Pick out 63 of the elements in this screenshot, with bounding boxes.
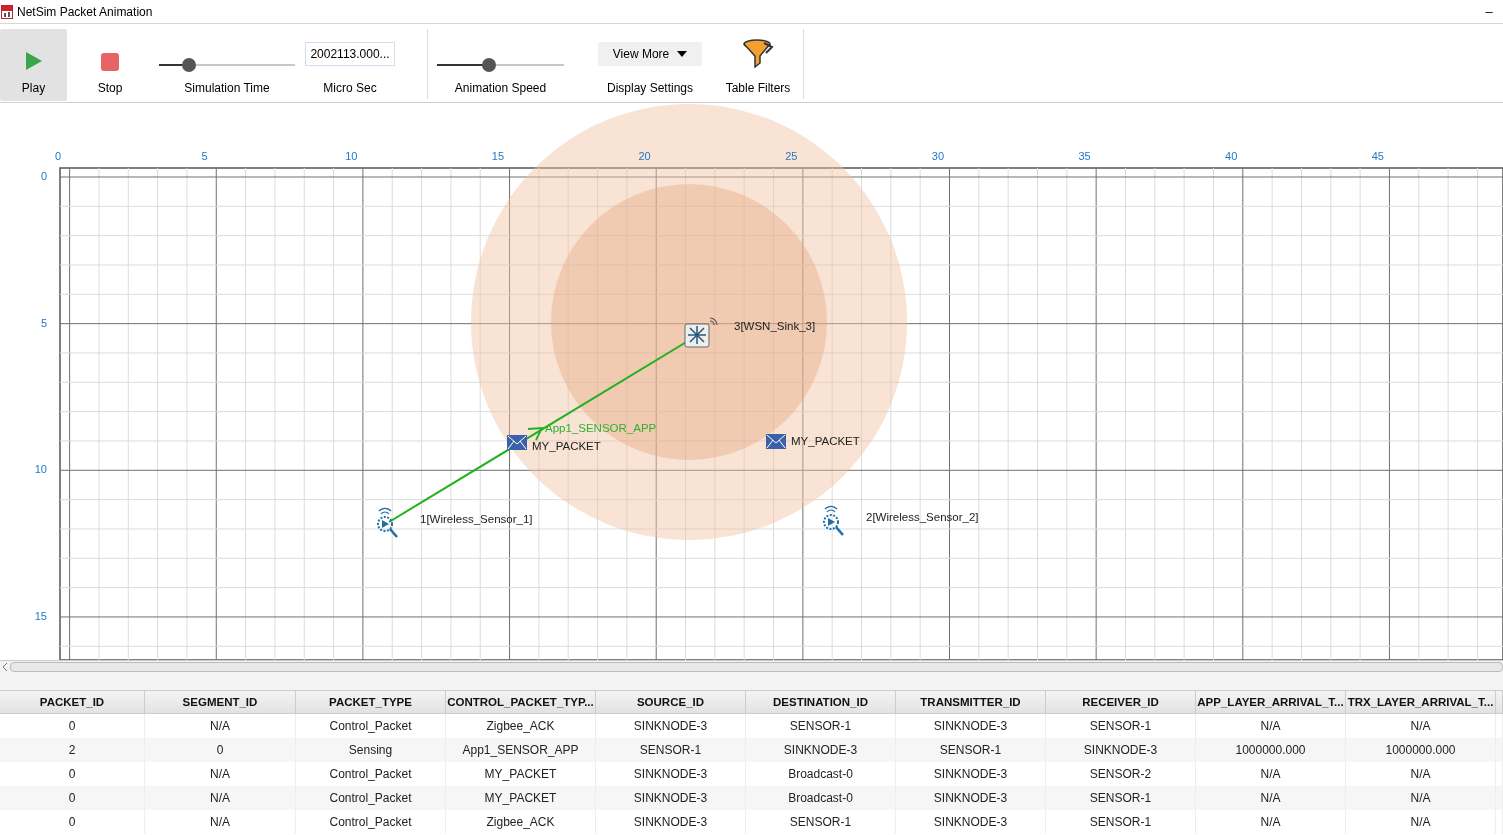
axis-label: 20 [638,150,651,162]
packet-label: MY_PACKET [532,440,601,452]
play-icon [24,51,43,71]
table-cell: SENSOR-1 [746,810,896,834]
axis-label: 10 [34,463,47,476]
slider-label: Animation Speed [454,81,547,95]
axis-label: 5 [201,150,208,162]
column-header[interactable]: CONTROL_PACKET_TYP... [446,691,596,713]
column-header[interactable]: DESTINATION_ID [746,691,896,713]
link-label: App1_SENSOR_APP [545,422,657,434]
speed-slider[interactable] [437,58,564,72]
sink-node-icon[interactable] [684,317,718,348]
field-label: Micro Sec [323,81,377,95]
table-cell: N/A [1196,810,1346,834]
column-header[interactable]: PACKET_TYPE [296,691,446,713]
scroll-left-icon[interactable] [2,662,8,671]
stop-icon [101,53,119,71]
dropdown-label: Display Settings [606,81,693,95]
axis-label: 0 [54,150,62,162]
app-icon [1,4,13,19]
table-cell: SINKNODE-3 [596,810,746,834]
table-filters-button[interactable]: Table Filters [718,29,798,101]
sensor-node-icon[interactable] [823,505,844,536]
column-header[interactable]: SEGMENT_ID [145,691,296,713]
view-more-dropdown[interactable]: View More [598,42,702,66]
sensor-node-icon[interactable] [377,507,398,538]
column-header[interactable]: SOURCE_ID [596,691,746,713]
column-header[interactable]: TRANSMITTER_ID [896,691,1046,713]
packet-label: MY_PACKET [791,435,860,447]
column-header[interactable]: APP_LAYER_ARRIVAL_T... [1196,691,1346,713]
minimize-button[interactable]: – [1475,4,1503,19]
axis-label: 30 [931,150,945,162]
column-header[interactable]: PACKET_ID [0,691,145,713]
axis-label: 15 [34,609,47,622]
axis-label: 5 [40,316,47,329]
packet-envelope-icon[interactable] [766,434,786,449]
play-button[interactable]: Play [0,29,67,101]
axis-label: 15 [491,150,505,162]
caret-icon [677,51,688,57]
axis-label: 0 [40,170,47,182]
funnel-icon [742,39,774,69]
axis-label: 35 [1078,150,1091,162]
time-field[interactable]: 2002113.000... [305,42,395,66]
table-cell: N/A [1346,810,1496,834]
axis-label: 45 [1371,150,1384,162]
axis-label: 25 [785,150,798,162]
window-title: NetSim Packet Animation [17,4,153,19]
scrollbar-thumb[interactable] [10,661,1503,672]
axis-label: 40 [1225,150,1238,162]
stop-button[interactable]: Stop [67,29,153,101]
axis-label: 10 [345,150,358,162]
node-label: 3[WSN_Sink_3] [734,320,816,332]
column-header[interactable]: RECEIVER_ID [1046,691,1196,713]
column-header[interactable]: TRX_LAYER_ARRIVAL_T... [1346,691,1496,713]
table-cell: SINKNODE-3 [896,810,1046,834]
table-cell: N/A [145,810,296,834]
time-slider[interactable] [159,58,295,72]
slider-label: Simulation Time [184,81,270,95]
table-cell: Control_Packet [296,810,446,834]
table-cell: Zigbee_ACK [446,810,596,834]
table-cell: 0 [0,810,145,834]
packet-envelope-icon[interactable] [507,435,527,450]
table-cell: SENSOR-1 [1046,810,1196,834]
